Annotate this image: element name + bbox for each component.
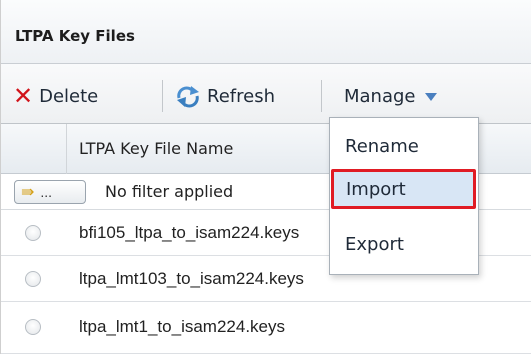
menu-item-import[interactable]: Import (331, 169, 476, 209)
menu-item-export[interactable]: Export (330, 224, 478, 264)
row-radio-button[interactable] (25, 271, 41, 287)
key-file-name: ltpa_lmt1_to_isam224.keys (79, 317, 286, 336)
toolbar: ✕ Delete Refresh Manage (1, 64, 531, 124)
delete-button[interactable]: ✕ Delete (13, 83, 98, 109)
refresh-icon (177, 86, 199, 108)
row-radio-button[interactable] (25, 225, 41, 241)
filter-arrow-icon: ⇛ (21, 184, 35, 201)
filter-status-text: No filter applied (105, 182, 234, 201)
refresh-button-label: Refresh (207, 85, 275, 107)
panel-titlebar: LTPA Key Files (1, 0, 531, 64)
manage-dropdown-button[interactable]: Manage (344, 83, 437, 109)
manage-button-label: Manage (344, 85, 416, 107)
table-row[interactable]: ltpa_lmt1_to_isam224.keys (1, 302, 531, 354)
column-header-key-file-name[interactable]: LTPA Key File Name (79, 139, 233, 158)
row-radio-button[interactable] (25, 319, 41, 335)
panel-title: LTPA Key Files (15, 27, 135, 45)
toolbar-separator (162, 80, 163, 112)
filter-button[interactable]: ⇛ ... (14, 180, 86, 204)
delete-x-icon: ✕ (13, 82, 34, 110)
delete-button-label: Delete (39, 85, 99, 107)
ltpa-key-files-panel: LTPA Key Files ✕ Delete Refresh Manage L… (0, 0, 531, 354)
toolbar-separator (321, 80, 322, 112)
manage-dropdown-menu: Rename Import Export (329, 117, 479, 275)
menu-item-rename[interactable]: Rename (330, 126, 478, 166)
key-file-name: ltpa_lmt103_to_isam224.keys (79, 269, 304, 288)
select-column-header (1, 124, 67, 174)
refresh-button[interactable]: Refresh (175, 83, 275, 109)
filter-button-label: ... (40, 184, 53, 200)
chevron-down-icon (424, 93, 437, 101)
key-file-name: bfi105_ltpa_to_isam224.keys (79, 223, 300, 242)
